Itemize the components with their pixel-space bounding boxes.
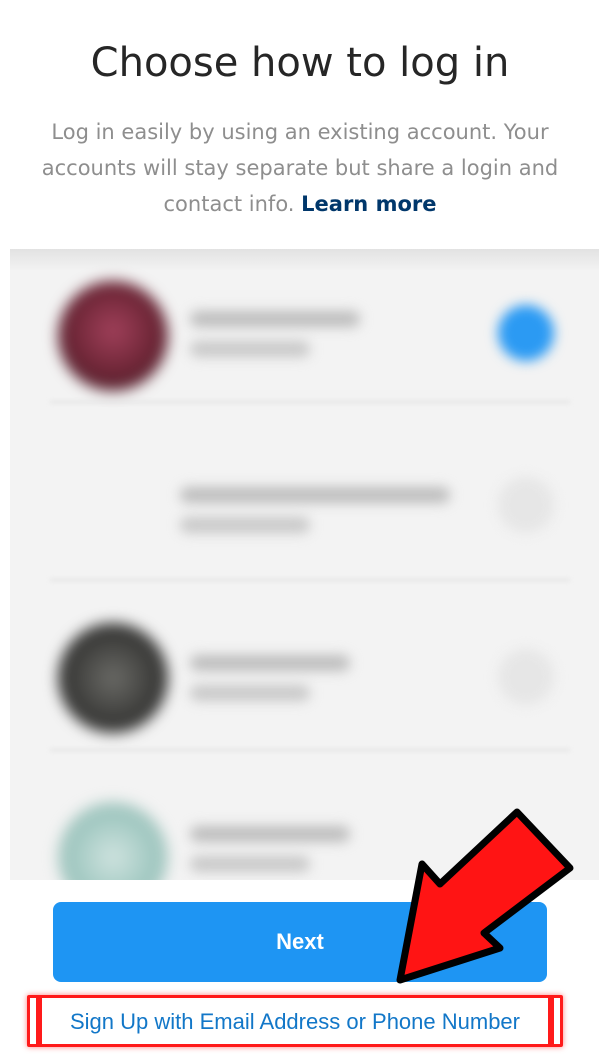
account-name-blurred (190, 826, 350, 842)
account-row[interactable] (10, 249, 599, 419)
account-detail-blurred (190, 341, 310, 357)
account-detail-blurred (180, 517, 310, 533)
unselected-check-icon[interactable] (498, 477, 554, 533)
divider (50, 749, 570, 751)
page-subtitle: Log in easily by using an existing accou… (40, 114, 560, 222)
account-row[interactable] (10, 609, 599, 779)
avatar (58, 623, 168, 733)
divider (50, 579, 570, 581)
red-arrow-annotation (396, 808, 574, 984)
signup-link[interactable]: Sign Up with Email Address or Phone Numb… (27, 1009, 563, 1035)
accounts-list (10, 249, 599, 880)
page-title: Choose how to log in (90, 40, 510, 86)
avatar (58, 281, 168, 391)
account-name-blurred (190, 655, 350, 671)
account-name-blurred (180, 487, 450, 503)
account-detail-blurred (190, 856, 310, 872)
account-row[interactable] (10, 419, 599, 589)
unselected-check-icon[interactable] (498, 649, 554, 705)
subtitle-text: Log in easily by using an existing accou… (41, 120, 559, 216)
learn-more-link[interactable]: Learn more (301, 192, 436, 216)
selected-check-icon[interactable] (498, 305, 554, 361)
account-detail-blurred (190, 685, 310, 701)
account-name-blurred (190, 311, 360, 327)
divider (50, 401, 570, 403)
avatar (58, 802, 168, 880)
